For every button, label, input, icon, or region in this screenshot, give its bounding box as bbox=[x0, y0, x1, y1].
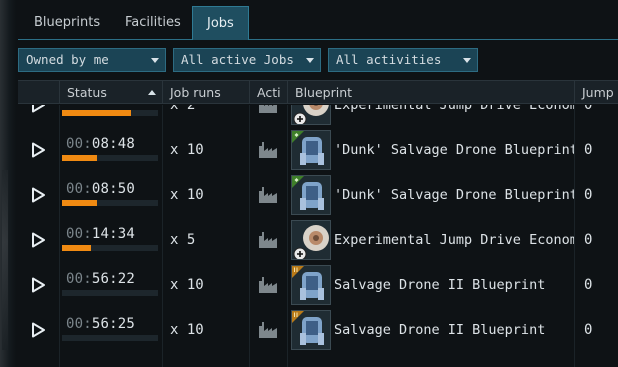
time-remaining: 00:56:22 bbox=[66, 271, 135, 287]
column-header-status[interactable]: Status bbox=[59, 81, 162, 104]
table-row[interactable]: 00:56:22 x 10 Salvage Drone II Blueprint 0 bbox=[18, 263, 618, 308]
time-remaining: 00:14:34 bbox=[66, 226, 135, 242]
manufacturing-icon bbox=[259, 142, 277, 158]
window-edge bbox=[0, 0, 16, 367]
progress-fill bbox=[62, 155, 97, 161]
time-remaining-dim: 00: bbox=[66, 105, 92, 107]
tab-blueprints[interactable]: Blueprints bbox=[20, 6, 114, 40]
tab-jobs[interactable]: Jobs bbox=[192, 6, 249, 40]
column-header-blueprint[interactable]: Blueprint bbox=[287, 81, 574, 104]
time-remaining-value: 02:22 bbox=[92, 105, 135, 107]
blueprint-name[interactable]: 'Dunk' Salvage Drone Blueprint bbox=[334, 187, 574, 203]
tab-facilities[interactable]: Facilities bbox=[111, 6, 195, 40]
jumps-count: 0 bbox=[584, 322, 593, 338]
jumps-count: 0 bbox=[584, 232, 593, 248]
manufacturing-icon bbox=[259, 105, 277, 113]
time-remaining: 00:56:25 bbox=[66, 316, 135, 332]
blueprint-name[interactable]: 'Dunk' Salvage Drone Blueprint bbox=[334, 142, 574, 158]
jump-drive-economizer-blueprint-icon[interactable] bbox=[291, 105, 331, 125]
job-runs: x 5 bbox=[170, 232, 196, 248]
salvage-drone-blueprint-icon[interactable] bbox=[291, 130, 331, 170]
play-icon[interactable] bbox=[30, 277, 46, 293]
column-header-activity[interactable]: Acti bbox=[249, 81, 287, 104]
progress-fill bbox=[62, 110, 132, 116]
table-header: Status Job runs Acti Blueprint Jump bbox=[18, 80, 618, 104]
owner-filter-value: Owned by me bbox=[26, 52, 109, 67]
progress-bar bbox=[62, 110, 158, 116]
time-remaining: 00:08:48 bbox=[66, 136, 135, 152]
table-row[interactable]: 00:08:50 x 10 'Dunk' Salvage Drone Bluepri… bbox=[18, 173, 618, 218]
jumps-count: 0 bbox=[584, 277, 593, 293]
jobs-table: Status Job runs Acti Blueprint Jump 00:0… bbox=[18, 80, 618, 367]
column-header-job-runs[interactable]: Job runs bbox=[162, 81, 249, 104]
manufacturing-icon bbox=[259, 322, 277, 338]
chevron-down-icon bbox=[463, 58, 471, 63]
manufacturing-icon bbox=[259, 277, 277, 293]
jumps-count: 0 bbox=[584, 142, 593, 158]
blueprint-name[interactable]: Salvage Drone II Blueprint bbox=[334, 322, 574, 338]
table-body: 00:02:22x 2Experimental Jump Drive Econo… bbox=[18, 105, 618, 367]
time-remaining-value: 14:34 bbox=[91, 226, 136, 242]
blueprint-name[interactable]: Experimental Jump Drive Economizer B bbox=[334, 105, 574, 113]
time-remaining-dim: 00: bbox=[66, 271, 92, 287]
play-icon[interactable] bbox=[30, 232, 46, 248]
table-row[interactable]: 00:08:48 x 10 'Dunk' Salvage Drone Bluepri… bbox=[18, 128, 618, 173]
job-runs: x 10 bbox=[170, 322, 204, 338]
time-remaining-value: 08:48 bbox=[91, 136, 136, 152]
progress-bar bbox=[62, 290, 158, 296]
progress-bar bbox=[62, 245, 158, 251]
sort-ascending-icon bbox=[148, 90, 156, 95]
time-remaining-dim: 00: bbox=[66, 136, 92, 152]
column-header-play[interactable] bbox=[18, 81, 59, 104]
manufacturing-icon bbox=[259, 187, 277, 203]
activities-filter-dropdown[interactable]: All activities bbox=[328, 48, 478, 72]
time-remaining-value: 08:50 bbox=[91, 181, 136, 197]
manufacturing-icon bbox=[259, 232, 277, 248]
tab-bar: Blueprints Facilities Jobs bbox=[18, 0, 618, 40]
progress-bar bbox=[62, 335, 158, 341]
job-runs: x 10 bbox=[170, 277, 204, 293]
salvage-drone-blueprint-icon[interactable] bbox=[291, 175, 331, 215]
play-icon[interactable] bbox=[30, 187, 46, 203]
jump-drive-economizer-blueprint-icon[interactable] bbox=[291, 220, 331, 260]
table-row[interactable]: 00:14:34 x 5 Experimental Jump Drive Econo… bbox=[18, 218, 618, 263]
chevron-down-icon bbox=[306, 58, 314, 63]
time-remaining-value: 56:25 bbox=[91, 316, 136, 332]
table-row[interactable]: 00:56:25 x 10 Salvage Drone II Blueprint 0 bbox=[18, 308, 618, 353]
jobs-filter-value: All active Jobs bbox=[181, 52, 294, 67]
blueprint-name[interactable]: Experimental Jump Drive Economizer B bbox=[334, 232, 574, 248]
jumps-count: 0 bbox=[584, 105, 593, 113]
time-remaining-dim: 00: bbox=[66, 226, 92, 242]
progress-fill bbox=[62, 245, 91, 251]
activities-filter-value: All activities bbox=[336, 52, 442, 67]
time-remaining-dim: 00: bbox=[66, 316, 92, 332]
table-row[interactable]: 00:02:22 x 2 Experimental Jump Drive Econo… bbox=[18, 105, 618, 128]
jobs-filter-dropdown[interactable]: All active Jobs bbox=[173, 48, 321, 72]
job-runs: x 2 bbox=[170, 105, 196, 113]
blueprint-name[interactable]: Salvage Drone II Blueprint bbox=[334, 277, 574, 293]
column-header-status-label: Status bbox=[67, 85, 107, 100]
industry-window: Blueprints Facilities Jobs Owned by me A… bbox=[0, 0, 618, 367]
salvage-drone-ii-blueprint-icon[interactable] bbox=[291, 265, 331, 305]
job-runs: x 10 bbox=[170, 187, 204, 203]
jumps-count: 0 bbox=[584, 187, 593, 203]
column-header-jumps[interactable]: Jump bbox=[574, 81, 618, 104]
owner-filter-dropdown[interactable]: Owned by me bbox=[18, 48, 166, 72]
progress-bar bbox=[62, 155, 158, 161]
play-icon[interactable] bbox=[30, 105, 46, 113]
salvage-drone-ii-blueprint-icon[interactable] bbox=[291, 310, 331, 350]
time-remaining: 00:08:50 bbox=[66, 181, 135, 197]
time-remaining-dim: 00: bbox=[66, 181, 92, 197]
chevron-down-icon bbox=[151, 58, 159, 63]
progress-fill bbox=[62, 200, 97, 206]
job-runs: x 10 bbox=[170, 142, 204, 158]
progress-bar bbox=[62, 200, 158, 206]
time-remaining-value: 56:22 bbox=[91, 271, 136, 287]
play-icon[interactable] bbox=[30, 142, 46, 158]
time-remaining: 00:02:22 bbox=[66, 105, 135, 107]
filter-bar: Owned by me All active Jobs All activiti… bbox=[18, 48, 618, 74]
play-icon[interactable] bbox=[30, 322, 46, 338]
